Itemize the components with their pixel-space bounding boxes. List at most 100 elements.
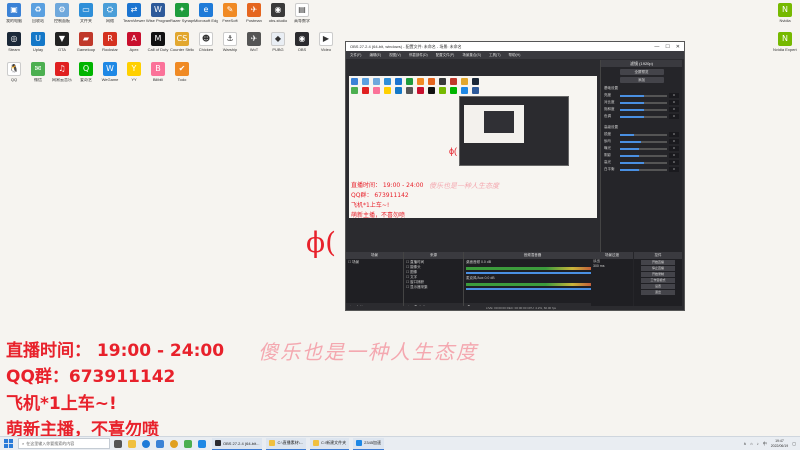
control-button-3[interactable]: 工作室模式	[641, 278, 675, 283]
wechat-icon[interactable]	[182, 438, 194, 450]
menu-item-5[interactable]: 场景集合(S)	[462, 53, 481, 58]
desktop-icon-row3-3[interactable]: Q 爱奇艺	[75, 62, 97, 94]
control-button-5[interactable]: 退出	[641, 290, 675, 295]
slider-value[interactable]: 0	[669, 107, 679, 112]
desktop-icon-row1-5[interactable]: ⇄ TeamViewer	[123, 3, 145, 35]
volume-slider[interactable]	[466, 288, 599, 290]
desktop-icon-row2-12[interactable]: ◉ OBS	[291, 32, 313, 64]
chrome-icon[interactable]	[168, 438, 180, 450]
network-icon[interactable]: ⌂	[750, 441, 752, 446]
desktop-icon-row1-1[interactable]: ♻ 回收站	[27, 3, 49, 35]
basic-slider-0[interactable]	[620, 94, 667, 97]
desktop-icon-row1-3[interactable]: ▭ 文件夹	[75, 3, 97, 35]
taskbar-app-3[interactable]: 2345加速	[353, 437, 385, 450]
control-button-4[interactable]: 设置	[641, 284, 675, 289]
volume-slider[interactable]	[466, 272, 599, 274]
slider-value[interactable]: 0	[669, 114, 679, 119]
desktop-icon-row3-6[interactable]: B Bilibili	[147, 62, 169, 94]
fullscreen-preview-button[interactable]: 全屏预览	[619, 69, 664, 75]
advanced-slider-5[interactable]	[620, 168, 667, 171]
add-filter-button[interactable]: 添加	[619, 77, 664, 83]
desktop-icon-row1-11[interactable]: ◉ obs-studio	[267, 3, 289, 35]
desktop-icon-row2-11[interactable]: ◆ PUBG	[267, 32, 289, 64]
desktop-icon-row1-8[interactable]: e Microsoft Edge	[194, 3, 218, 35]
desktop-icon-row2-1[interactable]: U Uplay	[27, 32, 49, 64]
slider-value[interactable]: 0	[669, 167, 679, 172]
ime-icon[interactable]: 中	[763, 441, 767, 447]
desktop-icon-row2-8[interactable]: ☻ Chicken	[195, 32, 217, 64]
qq-icon[interactable]	[196, 438, 208, 450]
advanced-slider-3[interactable]	[620, 154, 667, 157]
notification-icon[interactable]: ▢	[792, 441, 796, 446]
desktop-icon-right-1[interactable]: N Nvidia Experience	[773, 32, 797, 64]
task-view-icon[interactable]	[112, 438, 124, 450]
desktop-icon-row1-7[interactable]: ✦ Razer Synapse	[170, 3, 194, 35]
menu-item-1[interactable]: 编辑(E)	[369, 53, 381, 58]
slider-value[interactable]: 0	[669, 146, 679, 151]
advanced-slider-4[interactable]	[620, 161, 667, 164]
taskbar-app-2[interactable]: C:\新建文件夹	[310, 437, 350, 450]
menu-item-2[interactable]: 视图(V)	[389, 53, 401, 58]
desktop-icon-row2-5[interactable]: A Apex	[123, 32, 145, 64]
scene-item[interactable]: ☐ 场景	[348, 260, 401, 265]
taskbar-app-0[interactable]: OBS 27.2.4 (64-bit...	[212, 437, 263, 450]
slider-value[interactable]: 0	[669, 160, 679, 165]
desktop-icon-row2-3[interactable]: ▰ Gameloop	[75, 32, 97, 64]
desktop-icon-row2-9[interactable]: ⚓ Warship	[219, 32, 241, 64]
menu-item-3[interactable]: 停靠部件(D)	[409, 53, 428, 58]
close-icon[interactable]: ✕	[676, 44, 680, 50]
taskbar-search[interactable]: ⌕ 在这里输入你要搜索的内容	[18, 438, 110, 449]
menu-item-6[interactable]: 工具(T)	[489, 53, 500, 58]
menu-item-7[interactable]: 帮助(H)	[509, 53, 521, 58]
desktop-icon-right-0[interactable]: N Nvidia	[774, 3, 796, 35]
advanced-slider-0[interactable]	[620, 133, 667, 136]
desktop-icon-row1-12[interactable]: ▤ 高等数学	[291, 3, 313, 35]
store-icon[interactable]	[154, 438, 166, 450]
desktop-icon-row3-2[interactable]: ♫ 网易云音乐	[51, 62, 73, 94]
desktop-icon-row2-2[interactable]: ▼ GTA	[51, 32, 73, 64]
desktop-icon-row3-5[interactable]: Y YY	[123, 62, 145, 94]
basic-slider-1[interactable]	[620, 101, 667, 104]
obs-preview[interactable]: ϕ( 直播时间： 19:00 - 24:00 QQ群： 673911142 飞机…	[349, 76, 597, 218]
source-item[interactable]: ☐ 显示器采集	[406, 285, 461, 290]
clock[interactable]: 19:47 2022/06/19	[771, 439, 789, 447]
obs-titlebar[interactable]: OBS 27.2.4 (64-bit, windows) - 配置文件: 未命名…	[346, 42, 684, 51]
slider-value[interactable]: 0	[669, 139, 679, 144]
desktop-icon-row2-13[interactable]: ▶ Video	[315, 32, 337, 64]
control-button-0[interactable]: 开始直播	[641, 260, 675, 265]
obs-window[interactable]: OBS 27.2.4 (64-bit, windows) - 配置文件: 未命名…	[345, 41, 685, 311]
desktop-icon-row3-0[interactable]: 🐧 QQ	[3, 62, 25, 94]
desktop-icon-row2-0[interactable]: ◎ Steam	[3, 32, 25, 64]
desktop-icon-row1-10[interactable]: ✈ Postman	[243, 3, 265, 35]
duration-field[interactable]: 300 ms	[591, 264, 633, 269]
desktop-icon-row3-7[interactable]: ✔ Todo	[171, 62, 193, 94]
desktop-icon-row3-1[interactable]: ✉ 微信	[27, 62, 49, 94]
menu-item-0[interactable]: 文件(F)	[350, 53, 361, 58]
desktop-icon-row1-9[interactable]: ✎ FreeSoft	[219, 3, 241, 35]
edge-icon[interactable]	[140, 438, 152, 450]
basic-slider-3[interactable]	[620, 115, 667, 118]
control-button-2[interactable]: 开始录制	[641, 272, 675, 277]
advanced-slider-2[interactable]	[620, 147, 667, 150]
basic-slider-2[interactable]	[620, 108, 667, 111]
desktop-icon-row1-4[interactable]: ⛭ 网络	[99, 3, 121, 35]
desktop-icon-row3-4[interactable]: W WeGame	[99, 62, 121, 94]
desktop-icon-row2-10[interactable]: ✈ WoT	[243, 32, 265, 64]
advanced-slider-1[interactable]	[620, 140, 667, 143]
menu-item-4[interactable]: 配置文件(P)	[436, 53, 455, 58]
maximize-icon[interactable]: ☐	[665, 44, 669, 50]
slider-value[interactable]: 0	[669, 153, 679, 158]
minimize-icon[interactable]: —	[654, 44, 659, 50]
desktop-icon-row1-0[interactable]: ▣ 我的电脑	[3, 3, 25, 35]
slider-value[interactable]: 0	[669, 132, 679, 137]
start-button[interactable]	[0, 437, 16, 450]
slider-value[interactable]: 0	[669, 100, 679, 105]
desktop-icon-row2-7[interactable]: CS Counter Strike	[170, 32, 194, 64]
desktop-icon-row1-2[interactable]: ⚙ 控制面板	[51, 3, 73, 35]
explorer-icon[interactable]	[126, 438, 138, 450]
tray-chevron-icon[interactable]: ∧	[743, 441, 746, 446]
control-button-1[interactable]: 停止直播	[641, 266, 675, 271]
desktop-icon-row1-6[interactable]: W Wise Program	[146, 3, 170, 35]
slider-value[interactable]: 0	[669, 93, 679, 98]
volume-icon[interactable]: ♪	[757, 441, 759, 446]
